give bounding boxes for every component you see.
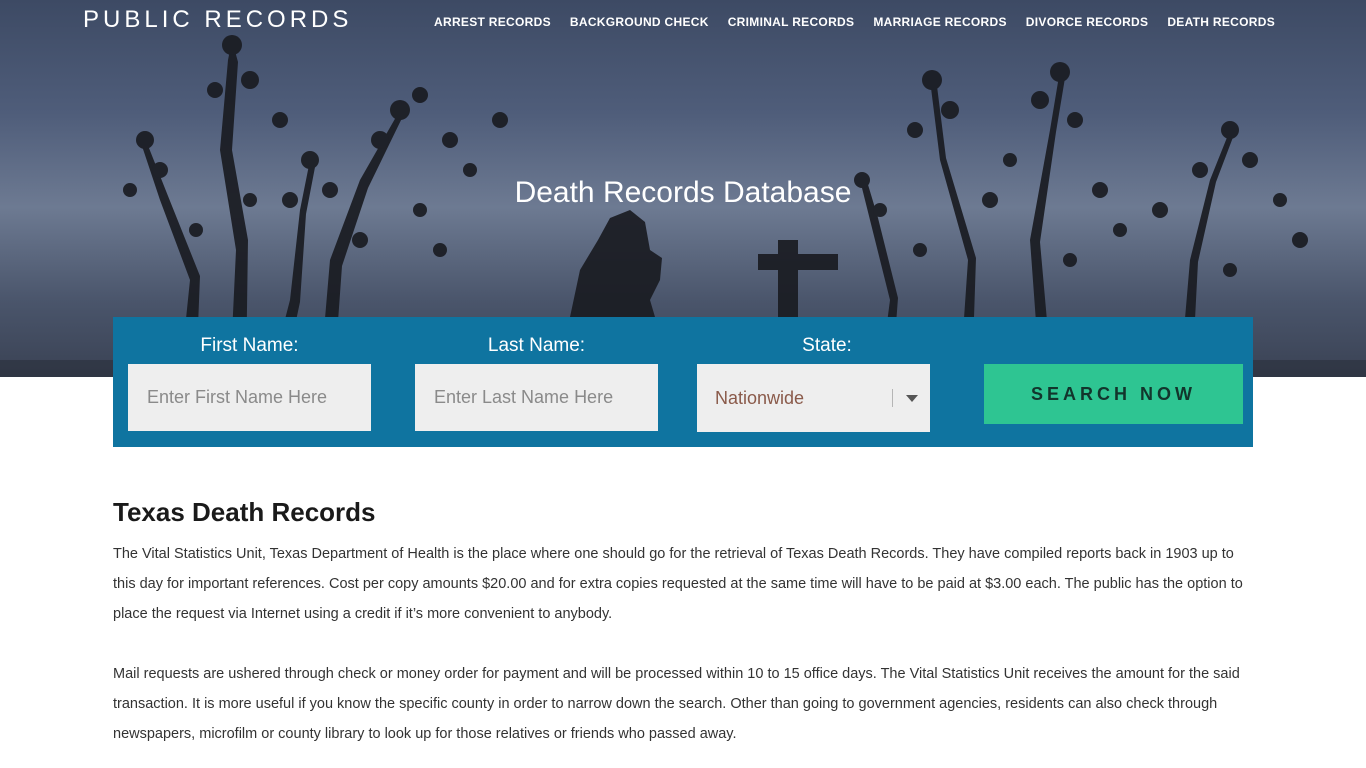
chevron-down-icon[interactable] (893, 394, 930, 402)
search-form: First Name: Last Name: State: Nationwide… (113, 317, 1253, 447)
article: Texas Death Records The Vital Statistics… (113, 497, 1253, 768)
article-paragraph: Mail requests are ushered through check … (113, 666, 1240, 742)
last-name-input[interactable] (415, 364, 658, 431)
state-label: State: (802, 335, 852, 356)
nav-background-check[interactable]: BACKGROUND CHECK (570, 14, 709, 30)
nav-marriage-records[interactable]: MARRIAGE RECORDS (873, 14, 1006, 30)
nav-death-records[interactable]: DEATH RECORDS (1167, 14, 1275, 30)
state-select[interactable]: Nationwide (697, 364, 930, 432)
site-logo[interactable]: PUBLIC RECORDS (83, 6, 352, 34)
first-name-input[interactable] (128, 364, 371, 431)
search-now-button[interactable]: SEARCH NOW (984, 364, 1243, 424)
article-paragraph: The Vital Statistics Unit, Texas Departm… (113, 546, 1243, 622)
nav-criminal-records[interactable]: CRIMINAL RECORDS (728, 14, 855, 30)
first-name-label: First Name: (200, 335, 299, 356)
nav-arrest-records[interactable]: ARREST RECORDS (434, 14, 551, 30)
state-selected-value: Nationwide (715, 387, 805, 408)
article-heading: Texas Death Records (113, 497, 376, 527)
main-nav: ARREST RECORDS BACKGROUND CHECK CRIMINAL… (434, 14, 1275, 30)
hero-title: Death Records Database (514, 176, 852, 209)
nav-divorce-records[interactable]: DIVORCE RECORDS (1026, 14, 1149, 30)
last-name-label: Last Name: (487, 335, 586, 356)
